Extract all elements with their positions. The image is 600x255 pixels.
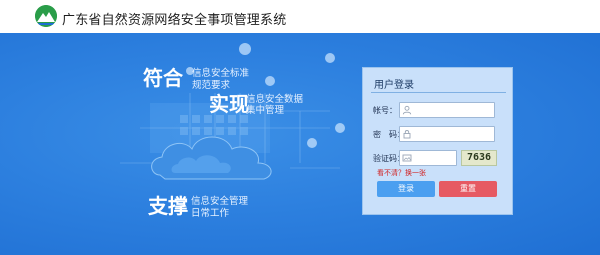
- hero-heading-support: 支撑: [148, 194, 188, 218]
- mountain-logo-icon: [35, 5, 57, 27]
- username-label: 帐号：: [373, 106, 397, 115]
- refresh-captcha-link[interactable]: 看不清？换一张: [377, 168, 426, 178]
- password-input[interactable]: [399, 126, 495, 142]
- username-input[interactable]: [399, 102, 495, 118]
- hero-text-support-1: 信息安全管理: [191, 196, 249, 207]
- captcha-input[interactable]: [399, 150, 457, 166]
- hero-text-comply-2: 规范要求: [192, 80, 231, 91]
- image-icon: [402, 154, 412, 162]
- hero-heading-comply: 符合: [143, 66, 183, 90]
- site-title: 广东省自然资源网络安全事项管理系统: [62, 13, 287, 28]
- hero-banner: 符合 信息安全标准 规范要求 实现 信息安全数据 集中管理 支撑 信息安全管理 …: [0, 33, 600, 255]
- login-panel: 用户登录 帐号： 密 码： 验证码： 7636 看不清？换一张 登录 重置: [362, 67, 513, 215]
- hero-text-comply-1: 信息安全标准: [192, 68, 250, 79]
- lock-icon: [403, 130, 411, 139]
- reset-button[interactable]: 重置: [439, 181, 497, 197]
- login-title: 用户登录: [374, 80, 414, 91]
- hero-text-achieve-2: 集中管理: [246, 105, 285, 116]
- hero-text-support-2: 日常工作: [191, 208, 230, 219]
- hero-heading-achieve: 实现: [209, 92, 249, 116]
- hero-text-achieve-1: 信息安全数据: [246, 94, 304, 105]
- login-button[interactable]: 登录: [377, 181, 435, 197]
- user-icon: [402, 105, 412, 115]
- captcha-image[interactable]: 7636: [461, 150, 497, 166]
- header-bar: 广东省自然资源网络安全事项管理系统: [0, 0, 600, 33]
- divider: [371, 92, 506, 93]
